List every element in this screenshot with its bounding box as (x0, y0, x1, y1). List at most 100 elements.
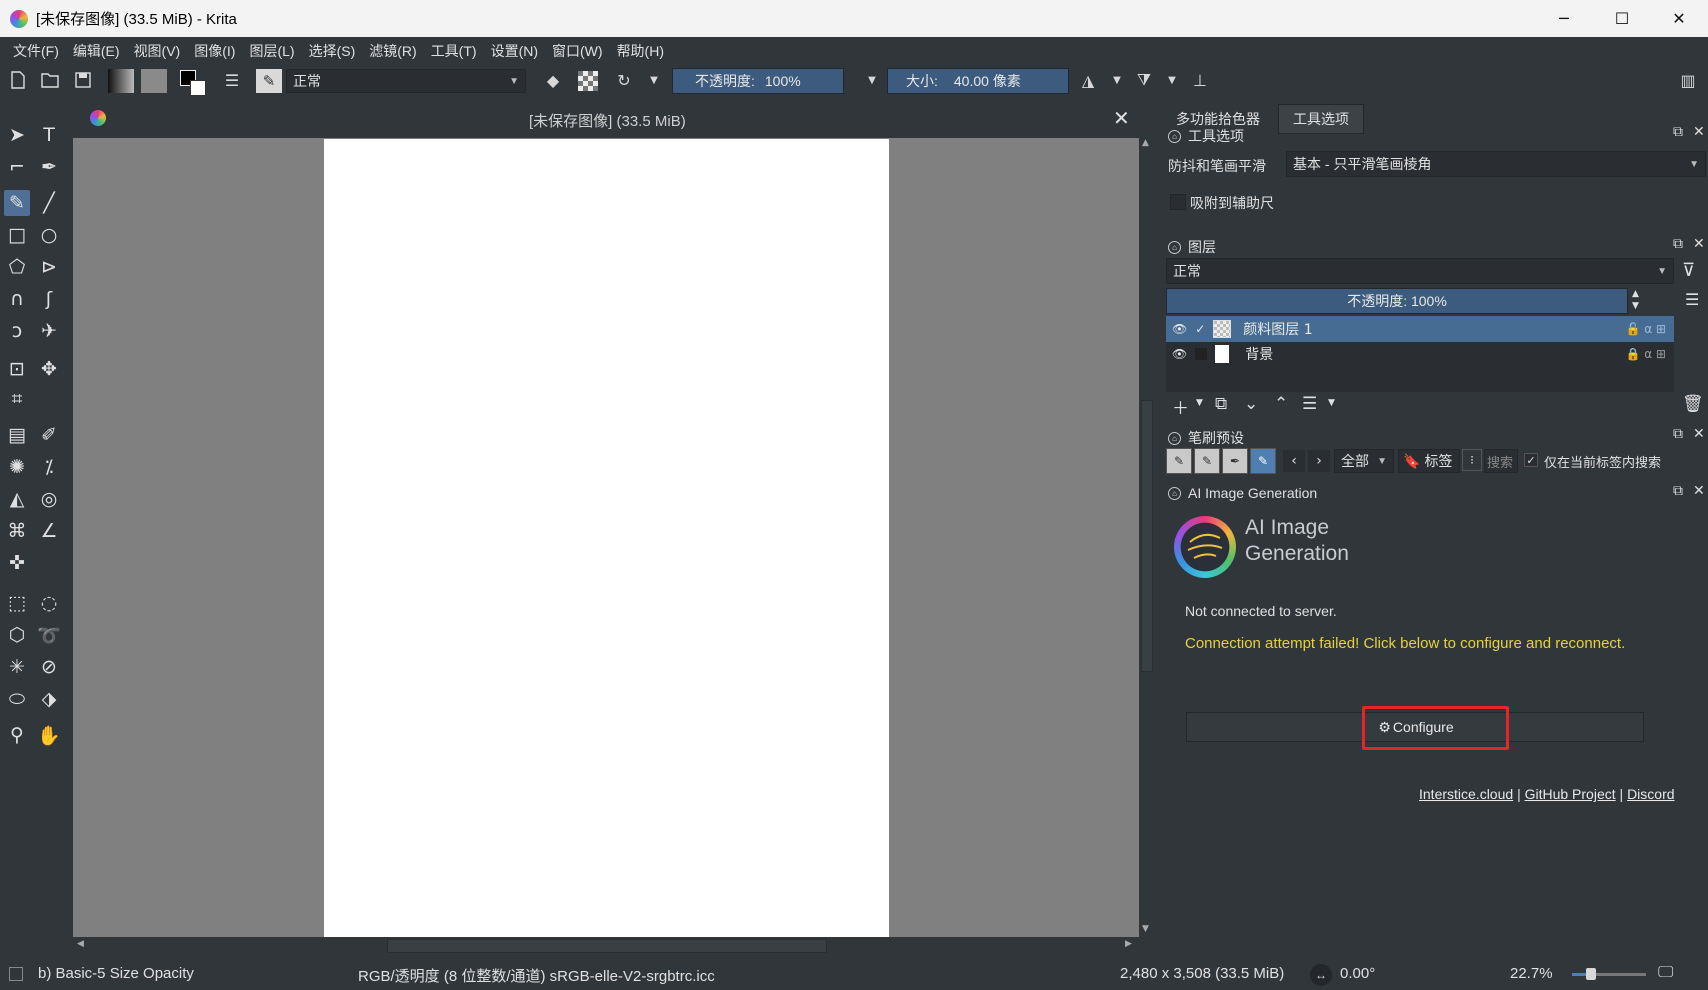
close-icon[interactable]: ✕ (1693, 426, 1705, 442)
blend-mode-combo[interactable]: 正常 ▼ (286, 69, 526, 93)
lock-icon[interactable]: ⌂ (1168, 431, 1181, 445)
tab-tool-options[interactable]: 工具选项 (1278, 104, 1364, 134)
horizontal-scrollbar[interactable]: ◀ ▶ (73, 937, 1139, 955)
float-icon[interactable]: ⧉ (1673, 483, 1683, 499)
layer-state-icons[interactable]: 🔓 α ⊞ (1625, 322, 1666, 336)
add-layer-icon[interactable]: ＋ (1172, 394, 1189, 419)
mirror-horizontal-icon[interactable]: ◮ (1078, 70, 1098, 90)
menu-image[interactable]: 图像(I) (187, 41, 242, 61)
menu-layer[interactable]: 图层(L) (242, 41, 301, 61)
reference-images-tool-icon[interactable]: ✜ (4, 550, 30, 576)
select-shape-tool-icon[interactable]: ➤ (4, 122, 30, 148)
menu-settings[interactable]: 设置(N) (484, 41, 545, 61)
move-layer-down-icon[interactable]: ⌄ (1244, 394, 1258, 414)
float-icon[interactable]: ⧉ (1673, 236, 1683, 252)
polygon-tool-icon[interactable]: ⬠ (4, 254, 30, 280)
paper-canvas[interactable] (324, 139, 889, 937)
eraser-icon[interactable]: ◆ (543, 70, 563, 90)
menu-view[interactable]: 视图(V) (127, 41, 188, 61)
freehand-path-tool-icon[interactable]: ʃ (36, 286, 62, 312)
lock-icon[interactable]: ⌂ (1168, 129, 1181, 143)
smart-patch-tool-icon[interactable]: ✺ (4, 454, 30, 480)
move-layer-up-icon[interactable]: ⌃ (1274, 394, 1288, 414)
save-icon[interactable] (73, 70, 93, 90)
rotation-icon[interactable]: ↔ (1310, 964, 1332, 986)
text-tool-icon[interactable]: T (36, 122, 62, 148)
contiguous-selection-tool-icon[interactable]: ✳ (4, 654, 30, 680)
tag-button[interactable]: 🔖 标签 ▼ (1398, 449, 1460, 473)
chevron-down-icon[interactable]: ▼ (862, 70, 882, 90)
delete-layer-icon[interactable]: 🗑 (1682, 394, 1704, 414)
layer-opacity-slider[interactable]: 不透明度: 100% (1166, 288, 1628, 314)
check-icon[interactable]: ✓ (1195, 322, 1205, 336)
check-placeholder[interactable] (1195, 348, 1208, 360)
menu-file[interactable]: 文件(F) (6, 41, 66, 61)
chevron-down-icon[interactable]: ▼ (644, 70, 664, 90)
gradient-tool-icon[interactable]: ▤ (4, 422, 30, 448)
crop-tool-icon[interactable]: ⌗ (4, 386, 30, 412)
multibrush-tool-icon[interactable]: ✈ (36, 318, 62, 344)
github-link[interactable]: GitHub Project (1525, 786, 1616, 802)
similar-color-selection-tool-icon[interactable]: ⊘ (36, 654, 62, 680)
docker-layout-icon[interactable]: ▥ (1678, 70, 1698, 90)
float-icon[interactable]: ⧉ (1673, 124, 1683, 140)
close-icon[interactable]: ✕ (1693, 483, 1705, 499)
duplicate-layer-icon[interactable]: ⧉ (1215, 394, 1227, 414)
document-tab[interactable]: [未保存图像] (33.5 MiB) ✕ (73, 98, 1143, 138)
lock-icon[interactable]: ⌂ (1168, 486, 1181, 500)
menu-select[interactable]: 选择(S) (302, 41, 363, 61)
float-icon[interactable]: ⧉ (1673, 426, 1683, 442)
measure-tool-icon[interactable]: ∠ (36, 518, 62, 544)
color-picker-tool-icon[interactable]: ✐ (36, 422, 62, 448)
search-options-icon[interactable]: ⁝ (1462, 449, 1482, 471)
mirror-vertical-icon[interactable]: ⧩ (1134, 70, 1154, 90)
rectangular-selection-tool-icon[interactable]: ⬚ (4, 590, 30, 616)
color-space-status[interactable]: RGB/透明度 (8 位整数/通道) sRGB-elle-V2-srgbtrc.… (358, 965, 715, 986)
brush-settings-icon[interactable]: ☰ (222, 70, 242, 90)
bezier-selection-tool-icon[interactable]: ⬭ (4, 686, 30, 712)
menu-help[interactable]: 帮助(H) (610, 41, 671, 61)
chevron-down-icon[interactable]: ▼ (1328, 398, 1335, 408)
close-icon[interactable]: ✕ (1693, 236, 1705, 252)
colorize-mask-tool-icon[interactable]: ⁒ (36, 454, 62, 480)
brush-search-input[interactable]: 搜索 (1484, 449, 1518, 473)
polygonal-selection-tool-icon[interactable]: ⬡ (4, 622, 30, 648)
alpha-lock-icon[interactable] (578, 71, 598, 91)
zoom-slider-handle[interactable] (1586, 968, 1596, 980)
pattern-swatch[interactable] (141, 69, 167, 93)
menu-tools[interactable]: 工具(T) (424, 41, 484, 61)
opacity-slider[interactable]: 不透明度: 100% (672, 68, 844, 94)
new-document-icon[interactable] (8, 70, 28, 90)
current-tag-checkbox[interactable]: ✓ (1524, 453, 1538, 467)
discord-link[interactable]: Discord (1627, 786, 1674, 802)
zoom-slider[interactable] (1572, 968, 1646, 980)
size-slider[interactable]: 大小: 40.00 像素 (887, 68, 1069, 94)
lock-icon[interactable]: ⌂ (1168, 240, 1181, 254)
menu-filter[interactable]: 滤镜(R) (362, 41, 423, 61)
opacity-spin-icon[interactable]: ▲ ▼ (1632, 288, 1639, 312)
brush-preset-thumb[interactable]: ✎ (1166, 448, 1192, 474)
rectangle-tool-icon[interactable]: □ (4, 222, 30, 248)
zoom-tool-icon[interactable]: ⚲ (4, 722, 30, 748)
close-document-icon[interactable]: ✕ (1113, 106, 1130, 130)
magnetic-selection-tool-icon[interactable]: ⬗ (36, 686, 62, 712)
layer-blend-mode-combo[interactable]: 正常 ▼ (1166, 258, 1674, 284)
move-tool-icon[interactable]: ✥ (36, 356, 62, 382)
pan-tool-icon[interactable]: ✋ (36, 722, 62, 748)
brush-preset-thumb[interactable]: ✎ (1194, 448, 1220, 474)
horizontal-scroll-thumb[interactable] (387, 939, 827, 953)
freehand-selection-tool-icon[interactable]: ➰ (36, 622, 62, 648)
vertical-scroll-thumb[interactable] (1141, 400, 1153, 672)
polyline-tool-icon[interactable]: ⊳ (36, 254, 62, 280)
selection-indicator-icon[interactable] (9, 967, 23, 981)
close-window-button[interactable]: ✕ (1650, 0, 1708, 37)
calligraphy-tool-icon[interactable]: ✒ (36, 154, 62, 180)
assistant-tool-icon[interactable]: ⌘ (4, 518, 30, 544)
chevron-down-icon[interactable]: ▼ (1162, 70, 1182, 90)
ellipse-tool-icon[interactable]: ○ (36, 222, 62, 248)
chevron-left-icon[interactable]: ‹ (1283, 450, 1305, 472)
reload-preset-icon[interactable]: ↻ (614, 70, 634, 90)
layer-row[interactable]: 👁 背景 🔒 α ⊞ (1166, 341, 1674, 367)
interstice-link[interactable]: Interstice.cloud (1419, 786, 1513, 802)
smoothing-combo[interactable]: 基本 - 只平滑笔画棱角 ▼ (1286, 151, 1706, 177)
